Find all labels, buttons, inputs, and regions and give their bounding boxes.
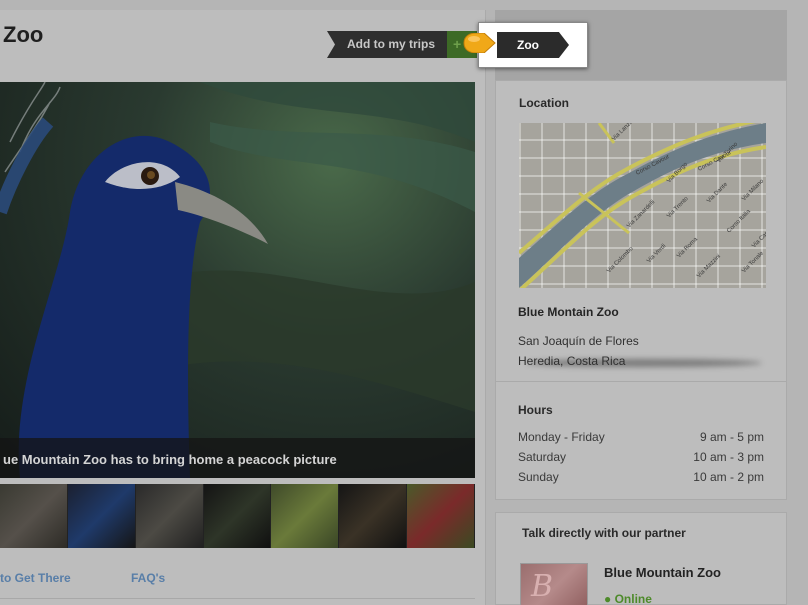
page-title: Zoo: [3, 22, 44, 47]
thumbnail-image[interactable]: [407, 484, 476, 548]
thumbnail-image[interactable]: [203, 484, 272, 548]
thumbnail-image[interactable]: [0, 484, 68, 548]
hours-day: Sunday: [518, 470, 559, 484]
map-label: Via Milano: [741, 178, 765, 202]
how-to-get-there-link[interactable]: to Get There: [0, 571, 71, 585]
hours-day: Monday - Friday: [518, 430, 605, 444]
location-card: Location Corso Cavour Corso Cavour Via L…: [495, 80, 787, 500]
hours-row: Monday - Friday 9 am - 5 pm: [518, 430, 764, 444]
divider: [496, 381, 786, 382]
hours-heading: Hours: [518, 403, 553, 417]
location-map[interactable]: Corso Cavour Corso Cavour Via Lanza Via …: [519, 123, 766, 288]
partner-heading: Talk directly with our partner: [522, 526, 686, 540]
map-label: Via Lanza: [611, 123, 635, 142]
thumbnail-image[interactable]: [135, 484, 204, 548]
hours-row: Saturday 10 am - 3 pm: [518, 450, 764, 464]
map-label: Via Trento: [666, 195, 690, 219]
pointer-icon: [463, 33, 496, 53]
thumbnail-image[interactable]: [339, 484, 408, 548]
hours-time: 9 am - 5 pm: [699, 430, 764, 444]
photo-caption: ue Mountain Zoo has to bring home a peac…: [0, 438, 475, 478]
map-label: Via Colombo: [606, 245, 635, 274]
hours-time: 10 am - 2 pm: [693, 470, 764, 484]
address-line-2: Heredia, Costa Rica: [518, 354, 626, 368]
partner-status: ● Online: [604, 592, 652, 605]
partner-logo[interactable]: B: [520, 563, 588, 605]
map-streets: Corso Cavour Corso Cavour Via Lanza Via …: [519, 123, 766, 288]
map-label: Via Dante: [706, 181, 729, 204]
location-heading: Location: [519, 96, 569, 110]
hours-time: 10 am - 3 pm: [693, 450, 764, 464]
partner-name[interactable]: Blue Mountain Zoo: [604, 565, 721, 580]
online-dot-icon: ●: [604, 592, 615, 605]
map-label: Via Mazzini: [696, 254, 722, 280]
map-label: Via Tonale: [741, 250, 765, 274]
map-label: Corso Italia: [726, 208, 752, 234]
peacock-illustration: [0, 82, 475, 478]
map-label: Via Zanardelli: [626, 199, 656, 229]
map-label: Via Roma: [676, 236, 699, 259]
map-label: Via Verdi: [646, 243, 667, 264]
category-tag-zoo[interactable]: Zoo: [497, 32, 569, 58]
main-photo-peacock[interactable]: [0, 82, 475, 478]
hours-row: Sunday 10 am - 2 pm: [518, 470, 764, 484]
address-line-1: San Joaquín de Flores: [518, 334, 639, 348]
thumbnail-strip: [0, 484, 476, 548]
add-to-trips-button[interactable]: Add to my trips: [327, 31, 447, 58]
divider: [0, 598, 475, 599]
partner-card: Talk directly with our partner B Blue Mo…: [495, 512, 787, 605]
thumbnail-image[interactable]: [271, 484, 340, 548]
hours-day: Saturday: [518, 450, 567, 464]
thumbnail-image[interactable]: [67, 484, 136, 548]
faqs-link[interactable]: FAQ's: [131, 571, 165, 585]
map-label: Via Carducci: [751, 221, 766, 249]
location-name: Blue Montain Zoo: [518, 305, 619, 319]
partner-status-text: Online: [614, 592, 652, 605]
